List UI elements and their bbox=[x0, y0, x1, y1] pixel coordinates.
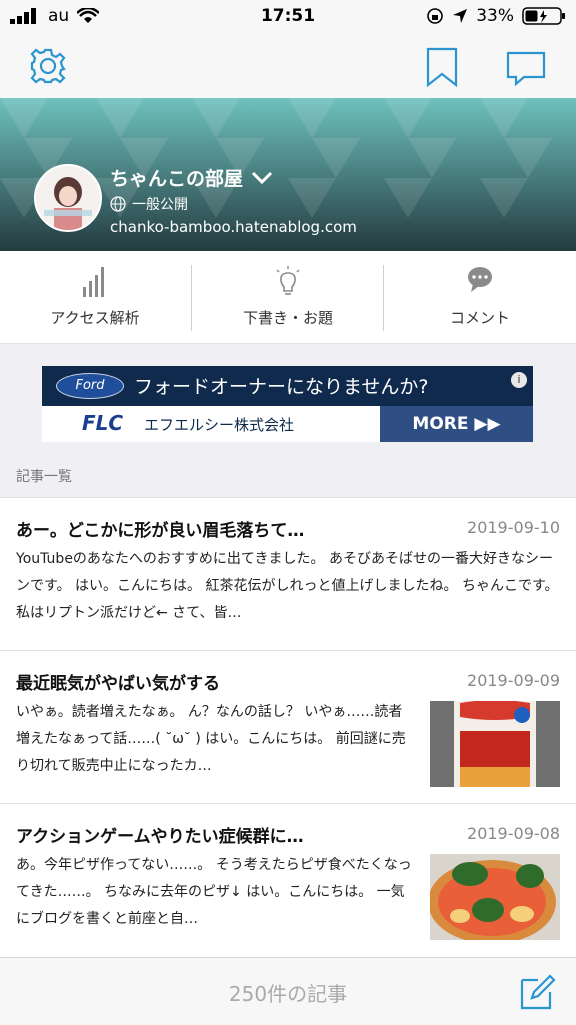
ad-banner[interactable]: Ford フォードオーナーになりませんか? i FLC エフエルシー株式会社 M… bbox=[42, 366, 533, 442]
location-icon bbox=[453, 9, 468, 23]
access-analytics-button[interactable]: アクセス解析 bbox=[0, 251, 190, 343]
compose-icon[interactable] bbox=[518, 972, 558, 1016]
comment-icon bbox=[468, 267, 492, 292]
ad-company: エフエルシー株式会社 bbox=[144, 416, 295, 434]
article-row[interactable]: 最近眠気がやばい気がする 2019-09-09 いやぁ。読者増えたなぁ。 ん？な… bbox=[0, 651, 576, 804]
article-excerpt: YouTubeのあなたへのおすすめに出てきました。 あそびあそばせの一番大好きな… bbox=[16, 551, 559, 621]
ford-logo: Ford bbox=[56, 373, 124, 399]
article-title: アクションゲームやりたい症候群に… bbox=[16, 827, 304, 847]
article-list: あー。どこかに形が良い眉毛落ちて… 2019-09-10 YouTubeのあなた… bbox=[0, 497, 576, 958]
rotation-lock-icon bbox=[427, 8, 444, 24]
comments-label: コメント bbox=[449, 309, 510, 327]
article-date: 2019-09-10 bbox=[467, 518, 560, 537]
globe-icon bbox=[110, 196, 126, 212]
article-row[interactable]: アクションゲームやりたい症候群に… 2019-09-08 あ。今年ピザ作ってない… bbox=[0, 804, 576, 958]
article-title: あー。どこかに形が良い眉毛落ちて… bbox=[16, 521, 305, 541]
flc-logo: FLC bbox=[82, 411, 124, 435]
article-excerpt: いやぁ。読者増えたなぁ。 ん？なんの話し？ いやぁ……読者増えたなぁって話……(… bbox=[16, 704, 406, 774]
access-analytics-label: アクセス解析 bbox=[50, 309, 140, 327]
comments-button[interactable]: コメント bbox=[385, 251, 575, 343]
ad-top: Ford フォードオーナーになりませんか? i bbox=[42, 366, 533, 406]
lightbulb-icon bbox=[276, 266, 300, 295]
gear-icon[interactable] bbox=[26, 44, 70, 88]
ad-more-button[interactable]: MORE ▶▶ bbox=[380, 406, 533, 442]
bookmark-icon[interactable] bbox=[420, 44, 464, 88]
ad-info-icon[interactable]: i bbox=[511, 372, 527, 388]
blog-title[interactable]: ちゃんこの部屋 bbox=[110, 164, 273, 191]
article-count: 250件の記事 bbox=[228, 982, 348, 1006]
article-date: 2019-09-08 bbox=[467, 824, 560, 843]
blog-title-text: ちゃんこの部屋 bbox=[110, 168, 244, 190]
blog-header: ちゃんこの部屋 一般公開 chanko-bamboo.hatenablog.co… bbox=[0, 98, 576, 251]
article-title: 最近眠気がやばい気がする bbox=[16, 674, 220, 694]
article-thumbnail bbox=[430, 701, 560, 787]
section-label: 記事一覧 bbox=[16, 469, 72, 485]
blog-url[interactable]: chanko-bamboo.hatenablog.com bbox=[110, 218, 357, 236]
visibility-status: 一般公開 bbox=[110, 194, 188, 214]
article-row[interactable]: あー。どこかに形が良い眉毛落ちて… 2019-09-10 YouTubeのあなた… bbox=[0, 498, 576, 651]
visibility-label: 一般公開 bbox=[132, 197, 188, 213]
chevron-down-icon bbox=[251, 171, 273, 184]
drafts-label: 下書き・お題 bbox=[242, 309, 333, 327]
battery-icon bbox=[522, 7, 565, 25]
avatar[interactable] bbox=[34, 164, 102, 232]
battery-percent: 33% bbox=[476, 6, 514, 26]
action-row: アクセス解析 下書き・お題 コメント bbox=[0, 251, 576, 344]
article-date: 2019-09-09 bbox=[467, 671, 560, 690]
nav-bar bbox=[0, 34, 576, 99]
article-thumbnail bbox=[430, 854, 560, 940]
ad-headline: フォードオーナーになりませんか? bbox=[134, 376, 429, 398]
bottom-toolbar: 250件の記事 bbox=[0, 957, 576, 1025]
speech-bubble-icon[interactable] bbox=[504, 44, 548, 88]
divider bbox=[383, 265, 384, 331]
ad-bottom: FLC エフエルシー株式会社 MORE ▶▶ bbox=[42, 406, 533, 442]
bar-chart-icon bbox=[83, 267, 104, 297]
divider bbox=[191, 265, 192, 331]
article-excerpt: あ。今年ピザ作ってない……。 そう考えたらピザ食べたくなってきた……。 ちなみに… bbox=[16, 857, 412, 927]
status-bar: au 17:51 33% bbox=[0, 0, 576, 34]
drafts-button[interactable]: 下書き・お題 bbox=[193, 251, 383, 343]
